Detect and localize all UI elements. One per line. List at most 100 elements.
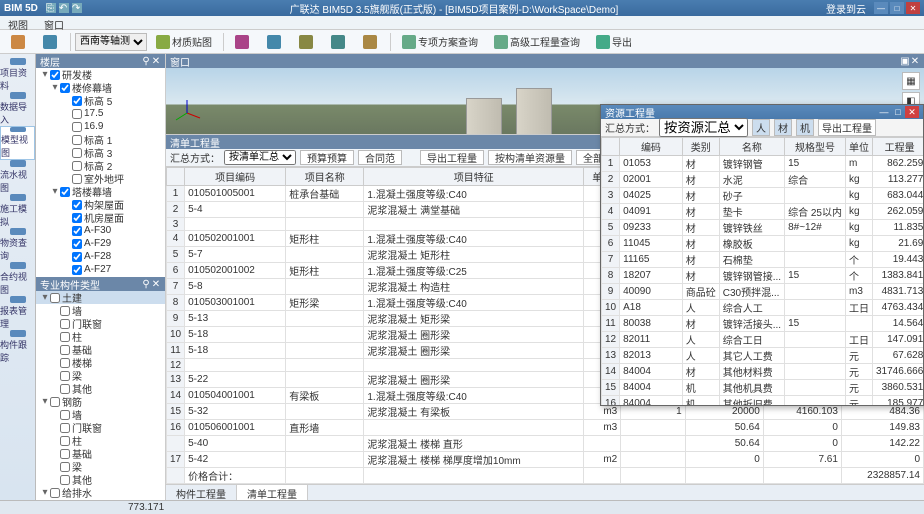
tree-checkbox[interactable]	[72, 109, 82, 119]
col-header[interactable]: 编码	[620, 138, 683, 156]
tree-checkbox[interactable]	[60, 410, 70, 420]
close-panel-icon[interactable]: ✕	[151, 279, 161, 290]
tab-window[interactable]: 窗口	[36, 16, 72, 29]
close-icon[interactable]: ✕	[906, 2, 920, 14]
tree-node[interactable]: 柱	[36, 434, 165, 447]
table-row[interactable]: 5-40泥浆混凝土 楼梯 直形50.640142.22	[167, 436, 924, 452]
col-header[interactable]: 工程量	[873, 138, 924, 156]
table-row[interactable]: 101053材镀锌钢管15m862.2593.993440.41	[602, 156, 924, 172]
tree-node[interactable]: 楼梯	[36, 356, 165, 369]
quick-access[interactable]: ⎘ ↶ ↷	[46, 3, 82, 13]
tree-node[interactable]: 标高 5	[36, 94, 165, 107]
tree-checkbox[interactable]	[72, 213, 82, 223]
table-row[interactable]: 711165材石棉垫个19.4434.6790.8	[602, 252, 924, 268]
axis-select[interactable]: 西南等轴测	[75, 33, 147, 51]
minimize-icon[interactable]: —	[877, 106, 891, 118]
nav-item[interactable]: 施工模拟	[0, 194, 35, 228]
tree-node[interactable]: A-F27	[36, 263, 165, 276]
maximize-icon[interactable]: □	[890, 2, 904, 14]
table-row[interactable]: 10A18人综合人工工日4763.43400	[602, 300, 924, 316]
tree-checkbox[interactable]	[60, 358, 70, 368]
tree-checkbox[interactable]	[72, 200, 82, 210]
dock-fill-icon[interactable]: ▣	[900, 56, 910, 67]
table-row[interactable]: 940090商品砼C30预拌混...m34831.7134101981002.3…	[602, 284, 924, 300]
tree-checkbox[interactable]	[60, 436, 70, 446]
nav-item[interactable]: 构件跟踪	[0, 330, 35, 364]
tree-node[interactable]: 基础	[36, 343, 165, 356]
col-header[interactable]	[167, 168, 185, 186]
table-row[interactable]: 175-42泥浆混凝土 楼梯 梯厚度增加10mmm207.610	[167, 452, 924, 468]
tree-checkbox[interactable]	[50, 70, 60, 80]
maximize-icon[interactable]: □	[891, 106, 905, 118]
contract-button[interactable]: 合同范	[358, 150, 402, 165]
tree-checkbox[interactable]	[72, 148, 82, 158]
axis-gizmo-icon[interactable]	[172, 98, 202, 128]
tree-checkbox[interactable]	[60, 83, 70, 93]
tool-section-icon[interactable]	[292, 32, 322, 52]
res-summary-select[interactable]: 按资源汇总	[659, 118, 748, 137]
chip-labor[interactable]: 人	[752, 119, 770, 136]
col-header[interactable]: 规格型号	[785, 138, 846, 156]
tree-node[interactable]: 梁	[36, 460, 165, 473]
tool-home-icon[interactable]	[4, 32, 34, 52]
export-button[interactable]: 导出	[589, 32, 639, 52]
col-header[interactable]: 项目特征	[364, 168, 584, 186]
close-panel-icon[interactable]: ✕	[151, 56, 161, 67]
tree-checkbox[interactable]	[60, 475, 70, 485]
tree-checkbox[interactable]	[60, 371, 70, 381]
col-header[interactable]: 单位	[846, 138, 873, 156]
tab-view[interactable]: 视图	[0, 16, 36, 29]
tree-checkbox[interactable]	[50, 293, 60, 303]
tree-node[interactable]: ▾土建	[36, 291, 165, 304]
tree-node[interactable]: ▾钢筋	[36, 395, 165, 408]
tree-node[interactable]: 梁	[36, 369, 165, 382]
table-row[interactable]: 404091材垫卡综合 25以内kg262.0590.45117.93	[602, 204, 924, 220]
budget-button[interactable]: 预算预算	[300, 150, 354, 165]
col-header[interactable]: 类别	[682, 138, 719, 156]
tree-checkbox[interactable]	[60, 423, 70, 433]
summary-select[interactable]: 按清单汇总	[224, 150, 296, 165]
tree-checkbox[interactable]	[60, 462, 70, 472]
export-qty-button[interactable]: 导出工程量	[420, 150, 484, 165]
pin-icon[interactable]: ⚲	[141, 279, 151, 290]
col-header[interactable]: 名称	[719, 138, 784, 156]
tab-bill-qty[interactable]: 清单工程量	[237, 485, 308, 500]
tree-checkbox[interactable]	[60, 187, 70, 197]
tool-filter-icon[interactable]	[356, 32, 386, 52]
tree-checkbox[interactable]	[50, 397, 60, 407]
advanced-query-button[interactable]: 高级工程量查询	[487, 32, 587, 52]
special-query-button[interactable]: 专项方案查询	[395, 32, 485, 52]
tree-checkbox[interactable]	[72, 135, 82, 145]
tree-node[interactable]: A-F28	[36, 250, 165, 263]
nav-item[interactable]: 数据导入	[0, 92, 35, 126]
nav-item[interactable]: 报表管理	[0, 296, 35, 330]
tree-checkbox[interactable]	[60, 449, 70, 459]
tree-checkbox[interactable]	[60, 384, 70, 394]
tree-checkbox[interactable]	[72, 226, 82, 236]
table-row[interactable]: 价格合计：2328857.14	[167, 468, 924, 484]
table-row[interactable]: 160105060010​01直形墙m350.640149.83	[167, 420, 924, 436]
tree-checkbox[interactable]	[50, 488, 60, 498]
table-row[interactable]: 611045材橡胶板kg21.693.9886.33	[602, 236, 924, 252]
table-row[interactable]: 1180038材镀锌活接头...1514.5644806990.72	[602, 316, 924, 332]
view-tool-icon[interactable]: ▦	[902, 72, 920, 90]
tree-node[interactable]: 门联窗	[36, 317, 165, 330]
floor-tree[interactable]: ▾研发楼▾楼修幕墙标高 517.516.9标高 1标高 3标高 2室外地坪▾塔楼…	[36, 68, 165, 277]
table-row[interactable]: 1584004机其他机具费元3860.53113860.53	[602, 380, 924, 396]
tree-checkbox[interactable]	[72, 265, 82, 275]
table-row[interactable]: 1282011人综合工日工日147.09132.534784.88	[602, 332, 924, 348]
tree-node[interactable]: 17.5	[36, 107, 165, 120]
tree-node[interactable]: A-F30	[36, 224, 165, 237]
tree-node[interactable]: 基础	[36, 447, 165, 460]
tree-checkbox[interactable]	[60, 319, 70, 329]
col-header[interactable]: 项目名称	[286, 168, 364, 186]
tool-measure-icon[interactable]	[260, 32, 290, 52]
table-row[interactable]: 1484004材其他材料费元31746.666131746.65	[602, 364, 924, 380]
res-export-button[interactable]: 导出工程量	[818, 119, 876, 136]
tool-cut-icon[interactable]	[324, 32, 354, 52]
tree-node[interactable]: A-F29	[36, 237, 165, 250]
nav-item[interactable]: 物资查询	[0, 228, 35, 262]
material-map-button[interactable]: 材质贴图	[149, 32, 219, 52]
tree-checkbox[interactable]	[72, 122, 82, 132]
table-row[interactable]: 202001材水泥综合kg113.2770.3741.91	[602, 172, 924, 188]
